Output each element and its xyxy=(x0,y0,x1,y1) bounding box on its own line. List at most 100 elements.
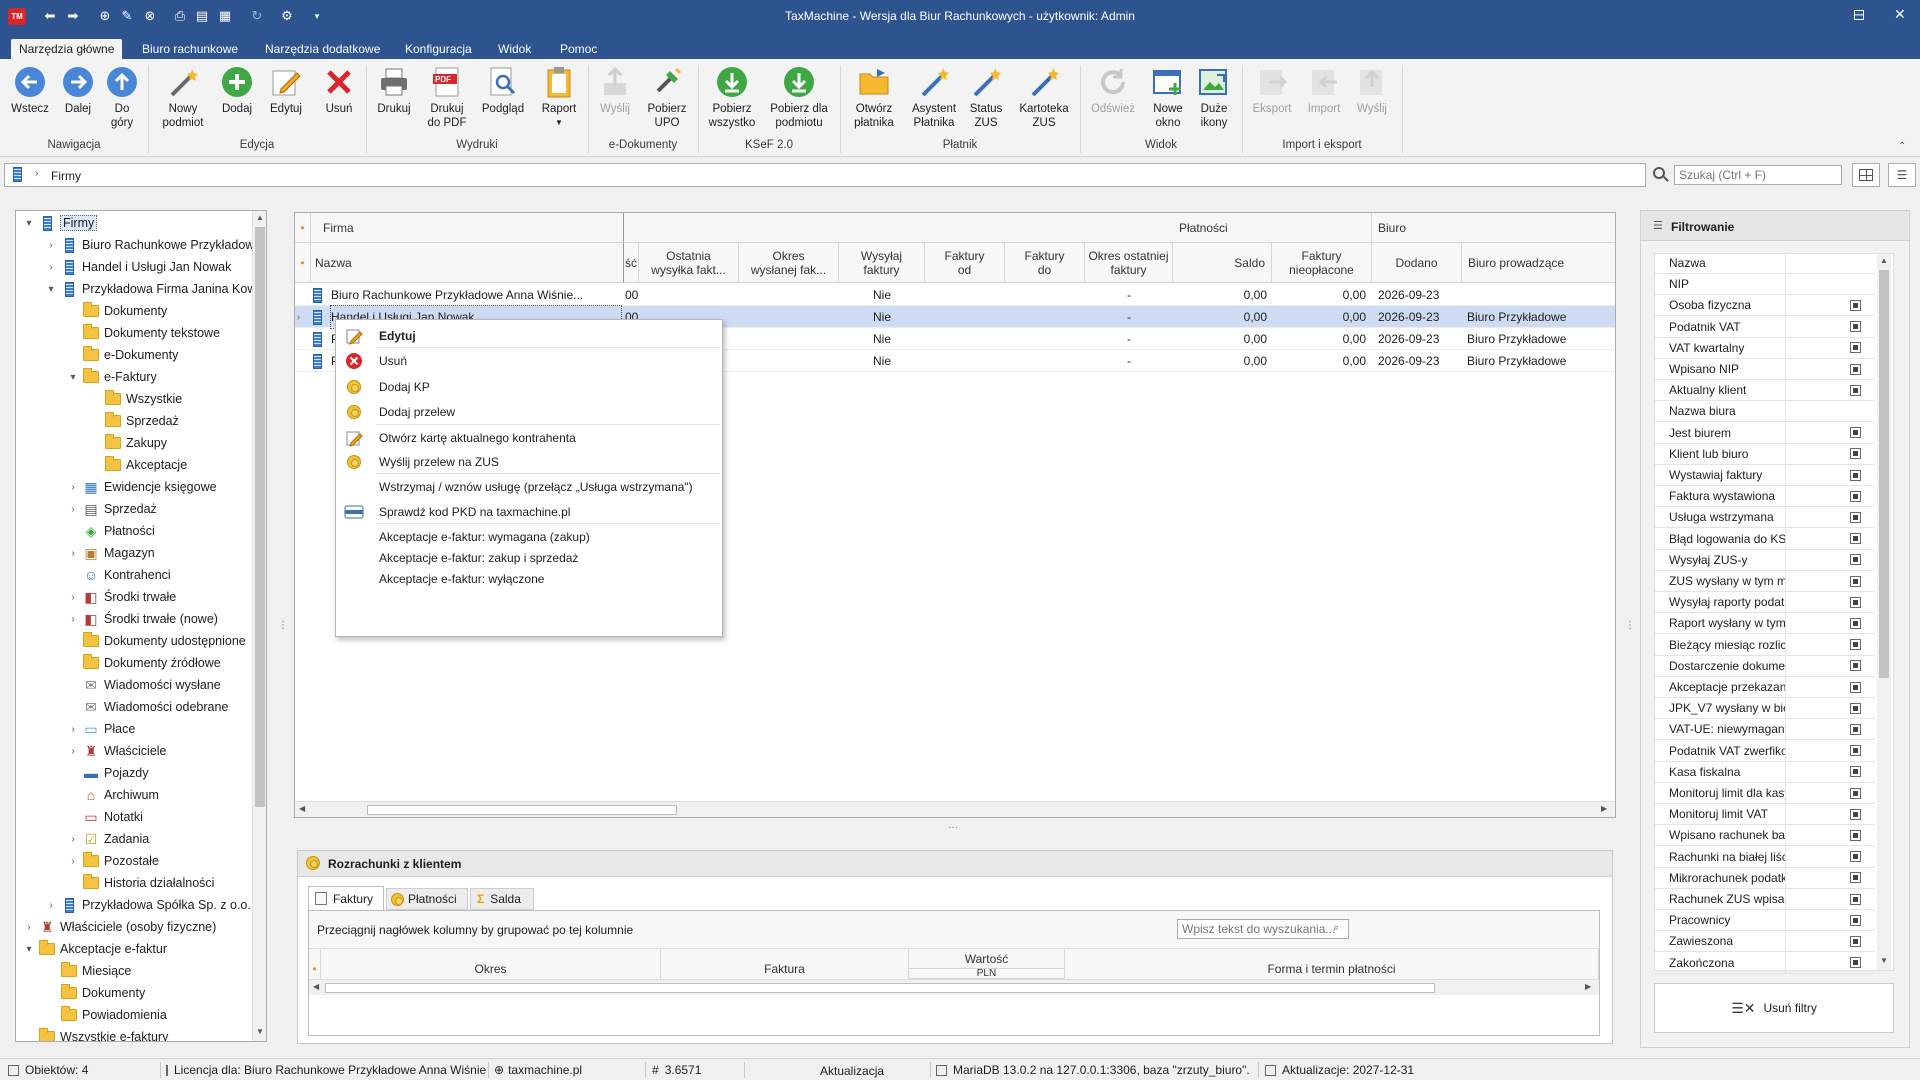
tree-item[interactable]: Historia działalności xyxy=(66,872,214,894)
filter-checkbox[interactable] xyxy=(1785,676,1875,698)
usun-filtry-button[interactable]: ☰✕ Usuń filtry xyxy=(1654,983,1894,1033)
tree-item[interactable]: ▾ Przykładowa Firma Janina Kowalska xyxy=(44,278,252,300)
filter-row[interactable]: Wysyłaj ZUS-y xyxy=(1655,549,1875,571)
rz-col-wartosc[interactable]: Wartość xyxy=(909,949,1065,969)
grid-hscroll-thumb[interactable] xyxy=(367,805,677,815)
tree-item[interactable]: Akceptacje xyxy=(88,454,187,476)
expand-chevron-icon[interactable]: › xyxy=(44,900,58,911)
filter-checkbox[interactable] xyxy=(1785,846,1875,868)
filter-row[interactable]: Wpisano rachunek bankowy xyxy=(1655,824,1875,847)
tab-konfiguracja[interactable]: Konfiguracja xyxy=(397,39,480,59)
splitter-grip[interactable]: ⋮ xyxy=(278,620,288,631)
duze-ikony-button[interactable]: Duże ikony xyxy=(1192,65,1236,130)
grid-view-button[interactable] xyxy=(1852,163,1880,187)
filter-checkbox[interactable] xyxy=(1785,294,1875,316)
context-item-sprawdz-kod-pkd-na-taxmachine-pl[interactable]: Sprawdź kod PKD na taxmachine.pl xyxy=(337,500,721,524)
drukuj-pdf-button[interactable]: PDF Drukuj do PDF xyxy=(423,65,471,130)
pobierz-upo-button[interactable]: Pobierz UPO xyxy=(642,65,692,130)
tree-item[interactable]: Dokumenty tekstowe xyxy=(66,322,220,344)
tree-item[interactable]: ☺ Kontrahenci xyxy=(66,564,171,586)
import-button[interactable]: Import xyxy=(1302,65,1346,116)
status-zus-button[interactable]: Status ZUS xyxy=(964,65,1008,130)
odswiez-button[interactable]: Odśwież xyxy=(1088,65,1138,116)
do-gory-button[interactable]: Do góry xyxy=(102,65,142,130)
tab-pomoc[interactable]: Pomoc xyxy=(552,39,605,59)
context-item-dodaj-przelew[interactable]: Dodaj przelew xyxy=(337,400,721,424)
maximize-window-icon[interactable] xyxy=(1854,10,1864,20)
filter-row[interactable]: VAT kwartalny xyxy=(1655,337,1875,359)
table-row[interactable]: Biuro Rachunkowe Przykładowe Anna Wiśnie… xyxy=(295,284,1615,306)
filter-checkbox[interactable] xyxy=(1785,443,1875,465)
filter-row[interactable]: Monitoruj limit dla kasy xyxy=(1655,782,1875,804)
tab-salda[interactable]: Σ Salda xyxy=(470,888,534,910)
col-okres-ostatniej[interactable]: Okres ostatniej faktury xyxy=(1085,243,1173,283)
expand-chevron-icon[interactable]: › xyxy=(66,834,80,845)
hsplitter-grip[interactable]: ··· xyxy=(948,822,958,833)
expand-chevron-icon[interactable]: › xyxy=(44,240,58,251)
filter-row[interactable]: Bieżący miesiąc rozliczony xyxy=(1655,634,1875,656)
tree-item[interactable]: › ▤ Sprzedaż xyxy=(66,498,156,520)
filter-row[interactable]: Faktura wystawiona xyxy=(1655,485,1875,508)
close-window-icon[interactable]: ✕ xyxy=(1894,6,1906,23)
tree-item[interactable]: ⌂ Archiwum xyxy=(66,784,159,806)
usun-button[interactable]: Usuń xyxy=(317,65,361,116)
tab-faktury[interactable]: Faktury xyxy=(308,886,384,910)
nowe-okno-button[interactable]: Nowe okno xyxy=(1146,65,1190,130)
wyslij-export-button[interactable]: Wyślij xyxy=(1350,65,1394,116)
col-nazwa[interactable]: Nazwa xyxy=(311,243,624,283)
filter-checkbox[interactable] xyxy=(1785,634,1875,656)
context-item-dodaj-kp[interactable]: Dodaj KP xyxy=(337,375,721,399)
grid-hscrollbar[interactable]: ◀ ▶ xyxy=(295,801,1615,817)
tree-item[interactable]: ▭ Notatki xyxy=(66,806,143,828)
tree-item[interactable]: ▾ Akceptacje e-faktur xyxy=(22,938,167,960)
filter-row[interactable]: Podatnik VAT zwerfikowany xyxy=(1655,740,1875,762)
filter-row[interactable]: Raport wysłany w tym miesiącu xyxy=(1655,612,1875,635)
context-item-otworz-karte-aktualnego-kontrahenta[interactable]: Otwórz kartę aktualnego kontrahenta xyxy=(337,426,721,450)
rozrachunki-search-icon[interactable]: ⌕ xyxy=(1333,922,1339,935)
collapse-chevron-icon[interactable]: ▾ xyxy=(22,218,36,229)
col-faktury-nieoplacone[interactable]: Faktury nieopłacone xyxy=(1272,243,1372,283)
filter-row[interactable]: Wysyłaj raporty podatkowe xyxy=(1655,591,1875,614)
tree-item[interactable]: Sprzedaż xyxy=(88,410,179,432)
tree-item[interactable]: › ♜ Właściciele (osoby fizyczne) xyxy=(22,916,216,938)
filter-row[interactable]: Monitoruj limit VAT xyxy=(1655,803,1875,826)
expand-chevron-icon[interactable]: › xyxy=(22,922,36,933)
filter-row[interactable]: Pracownicy xyxy=(1655,909,1875,932)
tree-item[interactable]: Dokumenty xyxy=(66,300,167,322)
rz-scroll-left-icon[interactable]: ◀ xyxy=(313,982,319,991)
filter-checkbox[interactable] xyxy=(1785,316,1875,338)
filter-row[interactable]: Osoba fizyczna xyxy=(1655,294,1875,317)
filter-checkbox[interactable] xyxy=(1785,888,1875,910)
tree-item[interactable]: ✉ Wiadomości odebrane xyxy=(66,696,228,718)
tree-scroll-thumb[interactable] xyxy=(255,227,265,807)
tab-widok[interactable]: Widok xyxy=(490,39,539,59)
filter-checkbox[interactable] xyxy=(1785,379,1875,401)
col-ostatnia-wysylka[interactable]: Ostatnia wysyłka fakt... xyxy=(639,243,739,283)
expand-chevron-icon[interactable]: › xyxy=(66,856,80,867)
filter-row[interactable]: Akceptacje przekazane xyxy=(1655,676,1875,698)
col-sc[interactable]: ść xyxy=(624,243,639,283)
edytuj-button[interactable]: Edytuj xyxy=(264,65,308,116)
filter-checkbox[interactable] xyxy=(1785,803,1875,825)
filter-row[interactable]: Rachunki na białej liście xyxy=(1655,846,1875,868)
tree-item[interactable]: › ◧ Środki trwałe (nowe) xyxy=(66,608,218,630)
filter-checkbox[interactable] xyxy=(1785,697,1875,719)
col-okres-wyslanej[interactable]: Okres wysłanej fak... xyxy=(739,243,839,283)
filter-row[interactable]: Nazwa xyxy=(1655,252,1875,274)
expand-chevron-icon[interactable]: › xyxy=(66,592,80,603)
filter-checkbox[interactable] xyxy=(1785,740,1875,762)
expand-chevron-icon[interactable]: › xyxy=(66,614,80,625)
filter-checkbox[interactable] xyxy=(1785,570,1875,592)
band-firma[interactable]: Firma xyxy=(311,213,624,243)
rz-scroll-right-icon[interactable]: ▶ xyxy=(1585,982,1591,991)
filter-checkbox[interactable] xyxy=(1785,655,1875,677)
filter-checkbox[interactable] xyxy=(1785,358,1875,380)
tree-item[interactable]: Dokumenty udostępnione xyxy=(66,630,246,652)
pobierz-wszystko-button[interactable]: Pobierz wszystko xyxy=(704,65,760,130)
filter-row[interactable]: VAT-UE: niewymagany xyxy=(1655,718,1875,741)
rozrachunki-search-input[interactable] xyxy=(1177,919,1349,939)
tree-item[interactable]: › Przykładowa Spółka Sp. z o.o. xyxy=(44,894,251,916)
tree-item[interactable]: ▾ e-Faktury xyxy=(66,366,157,388)
col-biuro-prowadzace[interactable]: Biuro prowadzące xyxy=(1462,243,1615,283)
filter-checkbox[interactable] xyxy=(1785,761,1875,783)
